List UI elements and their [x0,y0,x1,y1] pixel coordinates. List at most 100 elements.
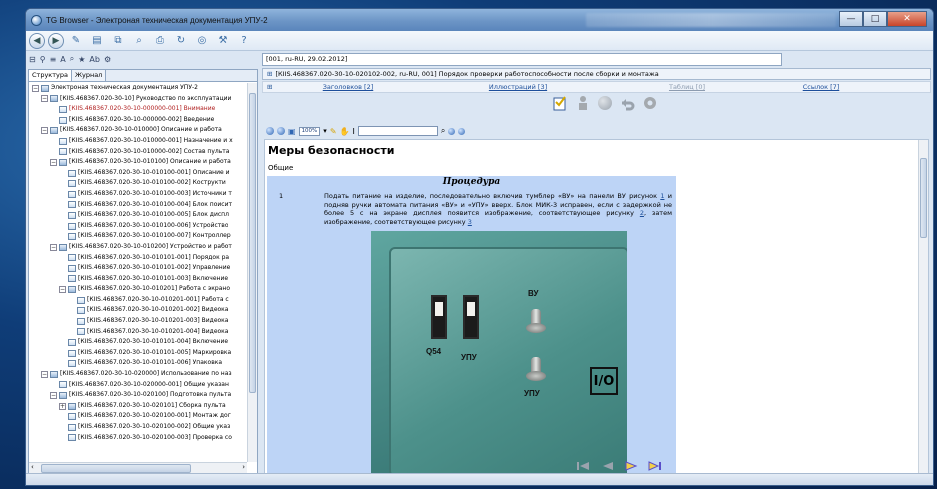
title-bar[interactable]: TG Browser - Электроная техническая доку… [26,9,933,31]
close-button[interactable]: ✕ [887,11,927,27]
tree-item[interactable]: [КIIS.468367.020-30-10-010101-002] Управ… [29,263,247,274]
gear-icon[interactable] [642,95,658,111]
scroll-left-icon[interactable]: ‹ [31,463,34,471]
prev-page-icon[interactable] [266,127,274,135]
collapse-icon[interactable]: − [50,158,57,166]
tree-item[interactable]: − Электроная техническая документация УПУ… [29,83,247,94]
collapse-icon[interactable]: − [50,392,57,400]
filter-icon[interactable]: ⚲ [40,55,46,64]
tree-item[interactable]: [КIIS.468367.020-30-10-020100-003] Прове… [29,433,247,444]
back-icon[interactable]: ◀ [29,32,45,49]
tree-item[interactable]: [КIIS.468367.020-30-10-010101-005] Марки… [29,348,247,359]
tools-icon[interactable]: ⚒ [214,33,232,49]
tree-item[interactable]: [КIIS.468367.020-30-10-010201-002] Видео… [29,305,247,316]
collapse-icon[interactable]: ⊟ [29,55,36,64]
circle-icon[interactable] [598,96,612,110]
settings-icon[interactable]: ⚙ [104,55,111,64]
forward-icon[interactable]: ▶ [48,32,64,49]
figure-link-3[interactable]: 3 [468,218,472,226]
prev-step-icon[interactable] [599,460,615,472]
tree-vertical-scrollbar[interactable] [247,83,257,462]
last-step-icon[interactable] [647,460,663,472]
tree-item[interactable]: [КIIS.468367.020-30-10-010000-001] Назна… [29,136,247,147]
minimize-button[interactable]: — [839,11,863,27]
tree-item[interactable]: [КIIS.468367.020-30-10-010100-003] Источ… [29,189,247,200]
tree-item[interactable]: [КIIS.468367.020-30-10-010101-004] Включ… [29,337,247,348]
tree-item[interactable]: + [КIIS.468367.020-30-10-020101] Сборка п… [29,401,247,412]
tools-person-icon[interactable] [575,95,591,111]
tree-item[interactable]: − [КIIS.468367.020-30-10-010200] Устройст… [29,242,247,253]
links-expand-icon[interactable]: ⊞ [263,82,283,92]
tree-item[interactable]: [КIIS.468367.020-30-10-010101-001] Поряд… [29,253,247,264]
tab-0[interactable]: Структура [29,70,72,81]
tree-item[interactable]: − [КIIS.468367.020-30-10-020100] Подготов… [29,390,247,401]
find-input[interactable] [357,126,438,136]
collapse-icon[interactable]: − [50,243,57,251]
tree-item[interactable]: [КIIS.468367.020-30-10-010101-006] Упако… [29,358,247,369]
tree-item[interactable]: − [КIIS.468367.020-30-10-020000] Использо… [29,369,247,380]
search-icon[interactable]: ⌕ [130,33,148,49]
collapse-icon[interactable]: − [41,127,48,135]
binoculars-icon[interactable]: ⌕ [441,126,445,136]
dropdown-icon[interactable]: ▾ [323,127,327,135]
tree-item[interactable]: [КIIS.468367.020-30-10-010201-001] Работ… [29,295,247,306]
doc-scroll-thumb[interactable] [920,158,927,238]
maximize-button[interactable]: □ [863,11,887,27]
tree-item[interactable]: [КIIS.468367.020-30-10-000000-001] Внима… [29,104,247,115]
tree-item[interactable]: [КIIS.468367.020-30-10-020000-001] Общие… [29,380,247,391]
find-next-icon[interactable] [458,127,466,135]
return-icon[interactable] [619,95,635,111]
tree-item[interactable]: [КIIS.468367.020-30-10-020100-001] Монта… [29,411,247,422]
list-icon[interactable]: ≡ [50,55,57,64]
tree-item[interactable]: − [КIIS.468367.020-30-10-010100] Описание… [29,157,247,168]
tree-item[interactable]: [КIIS.468367.020-30-10-000000-002] Введе… [29,115,247,126]
highlight-icon[interactable]: ✎ [330,127,337,136]
tree-item[interactable]: [КIIS.468367.020-30-10-010100-004] Блок … [29,200,247,211]
collapse-icon[interactable]: − [32,84,39,92]
tab-1[interactable]: Журнал [71,70,107,81]
tree-item[interactable]: [КIIS.468367.020-30-10-010100-007] Контр… [29,231,247,242]
address-field[interactable]: [001, ru-RU, 29.02.2012] [262,53,782,66]
help-icon[interactable]: ? [235,33,253,49]
bookmark-icon[interactable]: ★ [78,55,85,64]
doc-link-1[interactable]: Иллюстраций [3] [489,83,547,91]
tree-item[interactable]: [КIIS.468367.020-30-10-020100-002] Общие… [29,422,247,433]
scroll-right-icon[interactable]: › [242,463,245,471]
doc-link-0[interactable]: Заголовков [2] [323,83,374,91]
tree-item[interactable]: − [КIIS.468367.020-30-10] Руководство по … [29,94,247,105]
tree-item[interactable]: [КIIS.468367.020-30-10-010100-005] Блок … [29,210,247,221]
refresh-icon[interactable]: ↻ [172,33,190,49]
tree-item[interactable]: [КIIS.468367.020-30-10-010100-001] Описа… [29,168,247,179]
document-icon[interactable]: ▤ [88,33,106,49]
next-step-icon[interactable] [623,460,639,472]
stop-icon[interactable]: ◎ [193,33,211,49]
find-icon[interactable]: ⌕ [70,54,74,64]
tree-item[interactable]: − [КIIS.468367.020-30-10-010201] Работа с… [29,284,247,295]
collapse-icon[interactable]: − [41,370,48,378]
find-prev-icon[interactable] [448,127,456,135]
tree-item[interactable]: [КIIS.468367.020-30-10-010100-002] Костр… [29,178,247,189]
next-page-icon[interactable] [277,127,285,135]
document-scrollbar[interactable] [918,140,928,475]
tree-item[interactable]: [КIIS.468367.020-30-10-010100-006] Устро… [29,221,247,232]
tree-item[interactable]: [КIIS.468367.020-30-10-010101-003] Включ… [29,274,247,285]
font-icon[interactable]: A [60,55,65,64]
fit-icon[interactable]: ▣ [288,127,296,136]
first-step-icon[interactable] [575,460,591,472]
tree-item[interactable]: [КIIS.468367.020-30-10-010201-003] Видео… [29,316,247,327]
scroll-thumb[interactable] [249,93,256,393]
collapse-icon[interactable]: − [59,286,66,294]
tree-item[interactable]: − [КIIS.468367.020-30-10-010000] Описание… [29,125,247,136]
text-icon[interactable]: Ab [89,55,100,64]
doc-link-3[interactable]: Ссылок [7] [803,83,840,91]
tree-item[interactable]: [КIIS.468367.020-30-10-010201-004] Видео… [29,327,247,338]
print-icon[interactable]: ⎙ [151,33,169,49]
checklist-icon[interactable] [552,95,568,111]
collapse-icon[interactable]: − [41,95,48,103]
copy-icon[interactable]: ⧉ [109,33,127,49]
expand-icon[interactable]: + [59,402,66,410]
tree-item[interactable]: [КIIS.468367.020-30-10-010000-002] Соста… [29,147,247,158]
text-select-icon[interactable]: I [352,127,354,136]
zoom-select[interactable]: 100% [298,126,321,136]
hand-icon[interactable]: ✋ [340,127,350,136]
